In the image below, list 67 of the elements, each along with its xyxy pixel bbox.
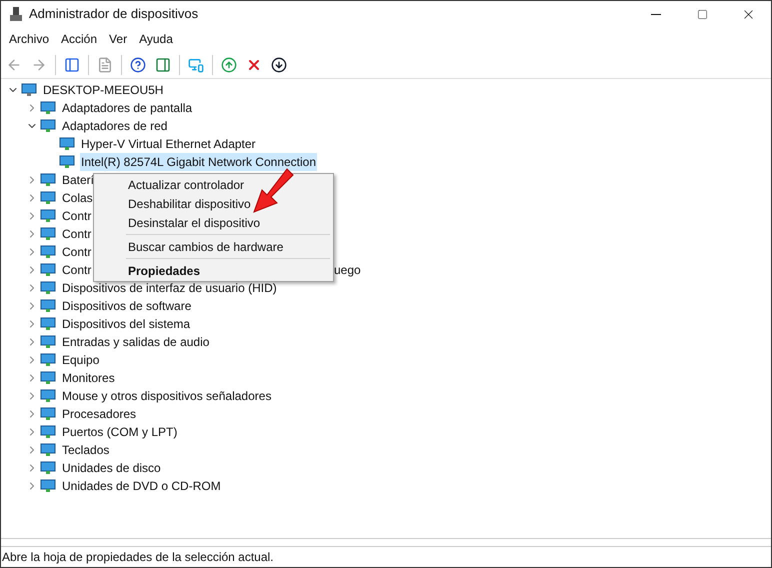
panel-icon <box>64 56 80 72</box>
window-title: Administrador de dispositivos <box>29 5 198 24</box>
tree-item[interactable]: Procesadores <box>61 405 138 423</box>
pointing-arrow-icon <box>251 167 295 215</box>
tree-item[interactable]: Dispositivos de software <box>61 297 192 315</box>
tree-item[interactable]: Dispositivos del sistema <box>61 315 192 333</box>
menu-item[interactable]: Ver <box>103 30 134 48</box>
network-icon <box>40 353 56 367</box>
network-icon <box>59 155 75 169</box>
tree-item[interactable]: Contr <box>61 207 92 225</box>
network-icon <box>40 299 56 313</box>
network-icon <box>40 371 56 385</box>
network-icon <box>40 263 56 277</box>
arrow-up-icon <box>221 56 237 72</box>
network-icon <box>40 317 56 331</box>
menu-item[interactable]: Acción <box>55 30 104 48</box>
tree-item-fragment: uego <box>334 262 361 279</box>
tree-item[interactable]: Entradas y salidas de audio <box>61 333 210 351</box>
tree-item[interactable]: Adaptadores de pantalla <box>61 99 194 117</box>
network-icon <box>40 101 56 115</box>
network-icon <box>40 281 56 295</box>
tree-item[interactable]: Unidades de disco <box>61 459 162 477</box>
tree-item[interactable]: Adaptadores de red <box>61 117 168 135</box>
menu-item[interactable]: Deshabilitar dispositivo <box>94 194 333 213</box>
tree-item[interactable]: DESKTOP-MEEOU5H <box>42 81 164 99</box>
status-text: Abre la hoja de propiedades de la selección actual. <box>1 549 274 566</box>
monitor-icon <box>188 56 204 72</box>
network-icon <box>40 119 56 133</box>
network-icon <box>40 389 56 403</box>
tree-item[interactable]: Dispositivos de interfaz de usuario (HID) <box>61 279 278 297</box>
menu-item[interactable]: Actualizar controlador <box>94 175 333 194</box>
maximize-icon <box>696 8 708 20</box>
tree-item[interactable]: Equipo <box>61 351 100 369</box>
app-icon <box>9 6 23 22</box>
device-icon <box>21 83 37 97</box>
network-icon <box>40 245 56 259</box>
tree-item[interactable]: Puertos (COM y LPT) <box>61 423 178 441</box>
tree-item[interactable]: Baterí <box>61 171 96 189</box>
tree-item[interactable]: Mouse y otros dispositivos señaladores <box>61 387 272 405</box>
network-icon <box>40 425 56 439</box>
network-icon <box>40 191 56 205</box>
tree-item[interactable]: Unidades de DVD o CD-ROM <box>61 477 222 495</box>
menu-item[interactable]: Archivo <box>3 30 56 48</box>
menu-item[interactable]: Propiedades <box>94 261 333 280</box>
menu-item[interactable]: Ayuda <box>133 30 179 48</box>
tree-item[interactable]: Colas <box>61 189 94 207</box>
network-icon <box>40 227 56 241</box>
tree-item[interactable]: Monitores <box>61 369 116 387</box>
tree-item[interactable]: Contr <box>61 243 92 261</box>
menu-item[interactable]: Buscar cambios de hardware <box>94 237 333 256</box>
tree-item[interactable]: Contr <box>61 225 92 243</box>
arrow-down-icon <box>271 56 287 72</box>
document-icon <box>97 56 113 72</box>
panel-icon <box>155 56 171 72</box>
network-icon <box>40 335 56 349</box>
tree-item[interactable]: Hyper-V Virtual Ethernet Adapter <box>80 135 257 153</box>
menu-item[interactable]: Desinstalar el dispositivo <box>94 213 333 232</box>
network-icon <box>40 479 56 493</box>
tree-item[interactable]: Intel(R) 82574L Gigabit Network Connection <box>80 153 318 171</box>
network-icon <box>40 173 56 187</box>
network-icon <box>40 443 56 457</box>
network-icon <box>40 407 56 421</box>
tree-item[interactable]: Teclados <box>61 441 110 459</box>
help-icon <box>130 56 146 72</box>
network-icon <box>40 461 56 475</box>
network-icon <box>59 137 75 151</box>
network-icon <box>40 209 56 223</box>
